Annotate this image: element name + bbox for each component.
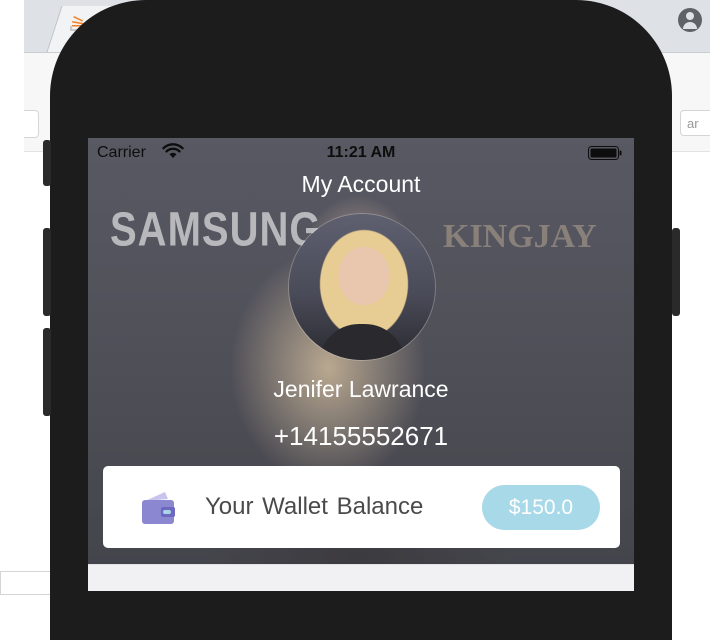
- wallet-label: Your Wallet Balance: [205, 493, 424, 520]
- page-title: My Account: [301, 171, 421, 197]
- user-name: Jenifer Lawrance: [273, 376, 449, 402]
- toolbar-search-field[interactable]: ar: [680, 110, 710, 136]
- toolbar-left-field[interactable]: [24, 110, 39, 138]
- status-bar: Carrier 11:21 AM: [88, 138, 634, 168]
- side-button-volume-up: [43, 228, 51, 316]
- profile-icon[interactable]: [678, 8, 702, 32]
- side-button-power: [672, 228, 680, 316]
- avatar-body-shape: [319, 324, 405, 360]
- app-screen: SAMSUNG KINGJAY Carrier 11:21 AM My Acco…: [88, 138, 634, 591]
- battery-icon: [588, 146, 622, 160]
- wallet-icon: [142, 492, 175, 524]
- side-button-silent: [43, 140, 51, 186]
- status-time: 11:21 AM: [326, 144, 396, 161]
- side-button-volume-down: [43, 328, 51, 416]
- wallet-balance-card[interactable]: Your Wallet Balance $150.0: [103, 466, 620, 548]
- balance-badge: $150.0: [482, 485, 600, 530]
- avatar[interactable]: [289, 214, 435, 360]
- user-phone: +14155552671: [273, 421, 449, 451]
- bottom-list-section: [88, 564, 634, 591]
